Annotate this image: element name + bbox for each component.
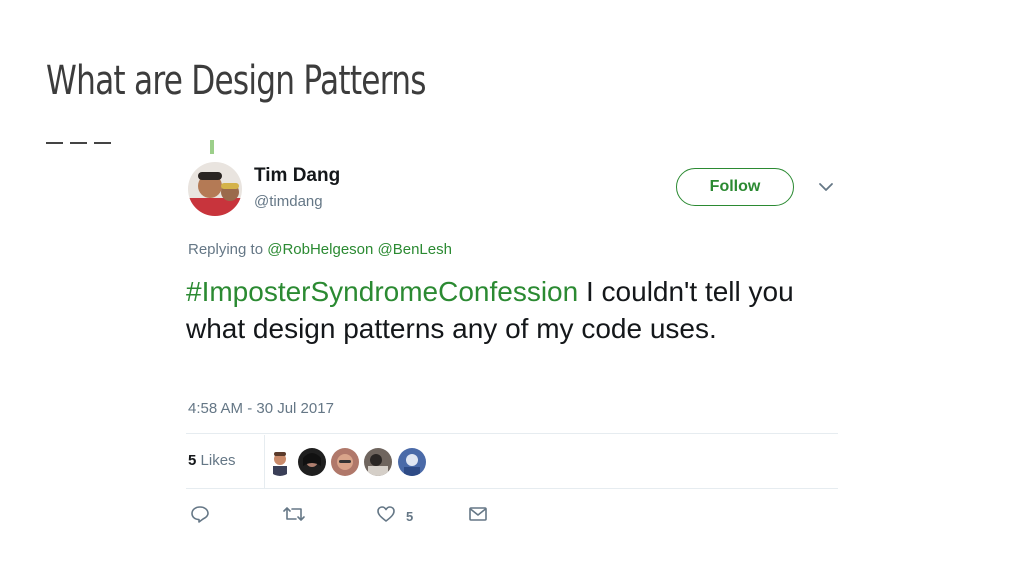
likes-label: Likes — [200, 452, 236, 469]
mention-link[interactable]: @RobHelgeson — [267, 241, 373, 258]
tweet-text: #ImposterSyndromeConfession I couldn't t… — [186, 273, 846, 347]
like-count: 5 — [406, 509, 414, 524]
replying-prefix: Replying to — [188, 241, 264, 258]
hashtag-link[interactable]: #ImposterSyndromeConfession — [186, 276, 578, 307]
tweet-card: Tim Dang @timdang Follow Replying to @Ro… — [186, 160, 838, 540]
tweet-timestamp[interactable]: 4:58 AM - 30 Jul 2017 — [188, 400, 334, 417]
divider — [186, 433, 838, 434]
divider — [264, 435, 265, 489]
envelope-icon — [468, 504, 488, 529]
author-handle[interactable]: @timdang — [254, 193, 323, 210]
liker-avatar[interactable] — [364, 448, 392, 476]
heart-icon — [376, 504, 396, 529]
mention-link[interactable]: @BenLesh — [378, 241, 452, 258]
slide-title: What are Design Patterns — [46, 58, 426, 104]
author-name[interactable]: Tim Dang — [254, 165, 340, 187]
chevron-down-icon[interactable] — [818, 180, 834, 198]
like-action[interactable]: 5 — [376, 504, 413, 529]
author-avatar[interactable] — [188, 162, 242, 216]
replying-to-line: Replying to @RobHelgeson @BenLesh — [188, 241, 452, 258]
liker-avatar[interactable] — [331, 448, 359, 476]
liker-avatar[interactable] — [398, 448, 426, 476]
divider — [186, 488, 838, 489]
title-rule — [46, 142, 112, 144]
likes-summary[interactable]: 5 Likes — [188, 452, 236, 469]
retweet-icon — [282, 504, 306, 529]
retweet-action[interactable] — [282, 504, 306, 529]
follow-button[interactable]: Follow — [676, 168, 794, 206]
liker-avatar[interactable] — [266, 448, 294, 476]
reply-action[interactable] — [190, 504, 210, 529]
likes-count: 5 — [188, 452, 197, 469]
reply-icon — [190, 504, 210, 529]
message-action[interactable] — [468, 504, 488, 529]
green-tick-mark — [210, 140, 214, 154]
liker-avatar[interactable] — [298, 448, 326, 476]
